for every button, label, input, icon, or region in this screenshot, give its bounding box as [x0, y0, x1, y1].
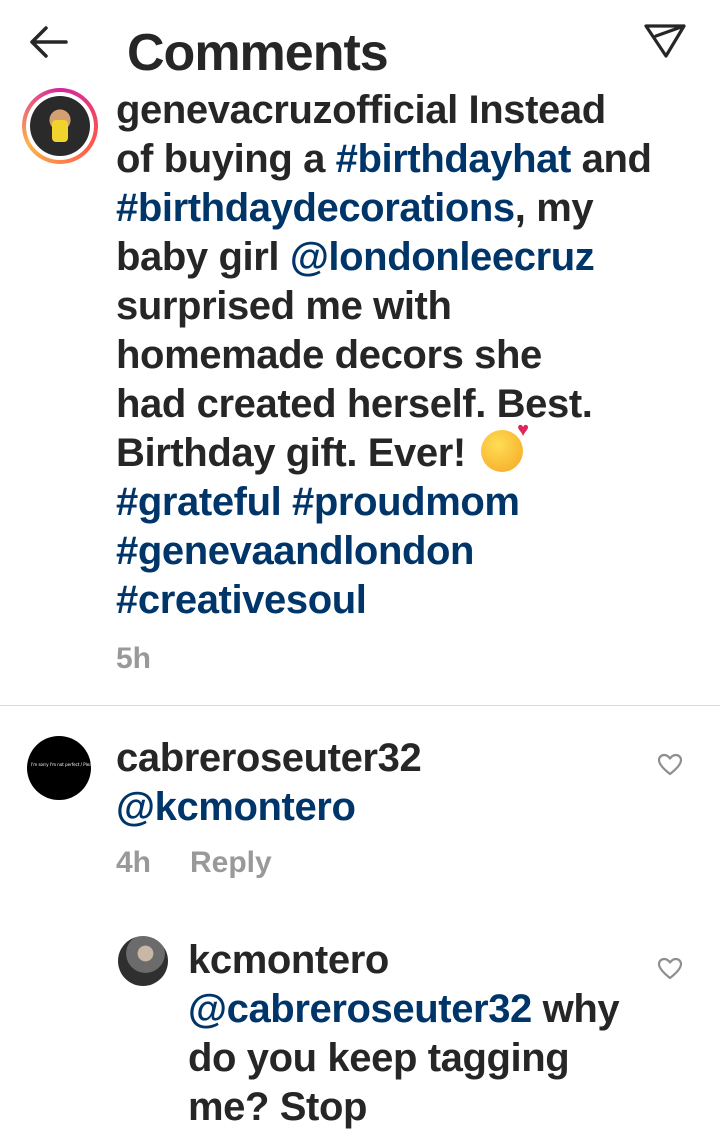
avatar-story-ring[interactable] [22, 88, 98, 164]
mention-link[interactable]: @londonleecruz [290, 235, 595, 279]
comments-header: Comments [0, 0, 720, 92]
caption-segment: genevacruzofficial Instead [116, 88, 606, 132]
page-title: Comments [127, 24, 389, 82]
caption-segment: homemade decors she [116, 333, 542, 377]
caption-segment: of buying a [116, 137, 336, 181]
post-caption: genevacruzofficial Instead of buying a #b… [0, 88, 720, 706]
caption-segment [281, 480, 292, 524]
comment-item: I'm sorry I'm not perfect / Please forgi… [0, 730, 720, 900]
caption-segment: me? Stop [188, 1085, 368, 1129]
text-line: Birthday gift. Ever! [116, 420, 706, 478]
caption-segment: Birthday gift. Ever! [116, 431, 477, 475]
text-line: homemade decors she [116, 331, 706, 380]
mention-link[interactable]: @cabreroseuter32 [188, 987, 532, 1031]
caption-segment: why [531, 987, 620, 1031]
avatar[interactable]: I'm sorry I'm not perfect / Please forgi… [27, 736, 91, 800]
comment-mention[interactable]: @kcmontero [116, 783, 636, 832]
comment-username[interactable]: cabreroseuter32 [116, 734, 636, 783]
avatar[interactable] [118, 936, 168, 986]
text-line: of buying a #birthdayhat and [116, 135, 706, 184]
hashtag-link[interactable]: #proudmom [292, 480, 520, 524]
hashtag-link[interactable]: #genevaandlondon [116, 529, 474, 573]
hashtag-link[interactable]: #creativesoul [116, 578, 367, 622]
arrow-left-icon[interactable] [26, 22, 70, 62]
text-line: do you keep tagging [188, 1034, 658, 1083]
divider [0, 705, 720, 706]
smiling-face-with-hearts-icon [480, 420, 529, 472]
text-line: #grateful #proudmom [116, 478, 706, 527]
heart-icon[interactable] [657, 956, 683, 982]
text-line: surprised me with [116, 282, 706, 331]
reply-comment-item: kcmontero @cabreroseuter32 why do you kee… [0, 932, 720, 1136]
caption-text: genevacruzofficial Instead of buying a #b… [116, 86, 706, 625]
paper-plane-icon[interactable] [642, 22, 688, 60]
hashtag-link[interactable]: #birthdaydecorations [116, 186, 515, 230]
caption-segment: surprised me with [116, 284, 452, 328]
caption-segment: and [570, 137, 652, 181]
hashtag-link[interactable]: #birthdayhat [336, 137, 572, 181]
text-line: #birthdaydecorations, my [116, 184, 706, 233]
caption-timestamp: 5h [116, 642, 152, 675]
caption-segment: , my [514, 186, 594, 230]
comment-text: kcmontero @cabreroseuter32 why do you kee… [188, 936, 658, 1132]
comment-text: cabreroseuter32 @kcmontero [116, 734, 636, 832]
text-line: #creativesoul [116, 576, 706, 625]
text-line: baby girl @londonleecruz [116, 233, 706, 282]
comment-timestamp: 4h [116, 846, 152, 879]
hashtag-link[interactable]: #grateful [116, 480, 282, 524]
reply-button[interactable]: Reply [190, 846, 272, 880]
heart-icon[interactable] [657, 752, 683, 778]
caption-segment: baby girl [116, 235, 290, 279]
caption-segment: do you keep tagging [188, 1036, 570, 1080]
comment-username[interactable]: kcmontero [188, 936, 658, 985]
text-line: me? Stop [188, 1083, 658, 1132]
text-line: had created herself. Best. [116, 380, 706, 429]
text-line: genevacruzofficial Instead [116, 86, 706, 135]
text-line: #genevaandlondon [116, 527, 706, 576]
avatar[interactable] [30, 96, 90, 156]
text-line: @cabreroseuter32 why [188, 985, 658, 1034]
